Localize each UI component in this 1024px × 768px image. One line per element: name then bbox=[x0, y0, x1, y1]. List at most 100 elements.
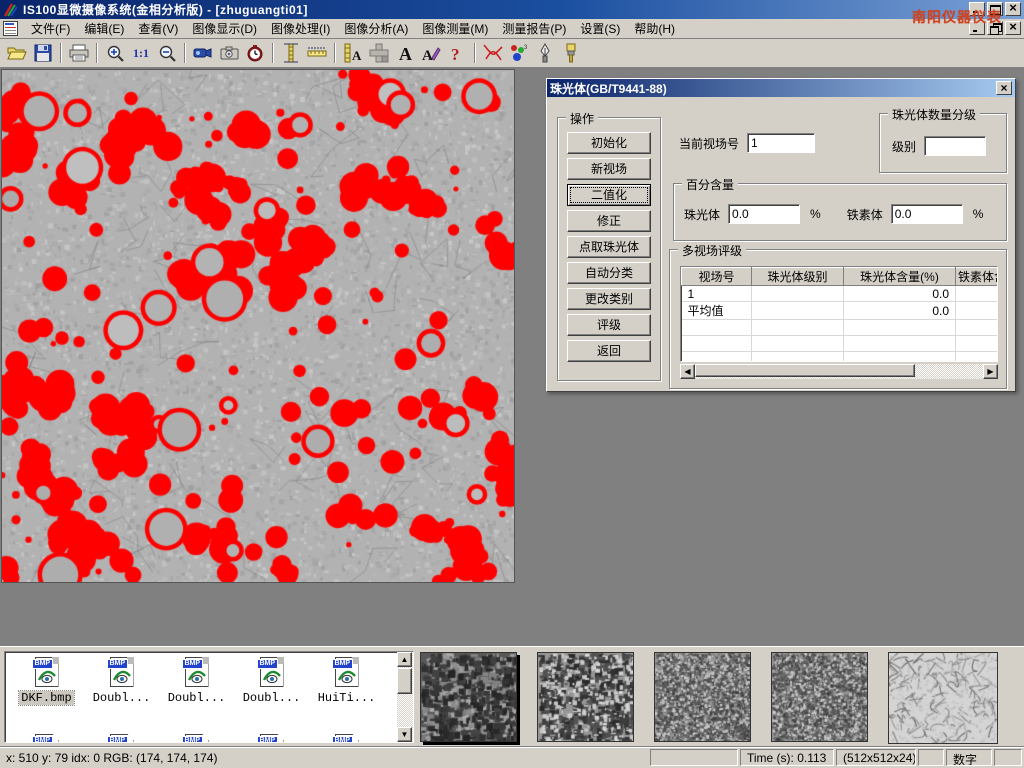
pick-pearlite-button[interactable]: 点取珠光体 bbox=[567, 236, 651, 258]
rate-button[interactable]: 评级 bbox=[567, 314, 651, 336]
help-button[interactable]: ? bbox=[444, 41, 470, 65]
print-button[interactable] bbox=[66, 41, 92, 65]
menu-file[interactable]: 文件(F) bbox=[24, 20, 77, 38]
menu-view[interactable]: 查看(V) bbox=[131, 20, 185, 38]
brush-tool-button[interactable] bbox=[558, 41, 584, 65]
arrow-left-icon: ◀ bbox=[684, 367, 690, 376]
text-icon: A bbox=[396, 44, 414, 62]
col-field-no[interactable]: 视场号 bbox=[682, 268, 752, 286]
file-vertical-scrollbar[interactable]: ▲ ▼ bbox=[397, 652, 413, 742]
actual-size-button[interactable]: 1:1 bbox=[128, 41, 154, 65]
measure-text-button[interactable]: A bbox=[340, 41, 366, 65]
operation-group-label: 操作 bbox=[566, 110, 598, 127]
file-item[interactable]: BMP Doubl... bbox=[234, 657, 309, 705]
scroll-left-button[interactable]: ◀ bbox=[680, 364, 695, 379]
bmp-badge: BMP bbox=[32, 659, 54, 669]
curve-tool-button[interactable] bbox=[480, 41, 506, 65]
menu-report[interactable]: 测量报告(P) bbox=[495, 20, 573, 38]
correct-button[interactable]: 修正 bbox=[567, 210, 651, 232]
snapshot-button[interactable] bbox=[216, 41, 242, 65]
close-button[interactable] bbox=[1005, 2, 1021, 16]
document-icon[interactable] bbox=[3, 21, 18, 36]
file-item[interactable]: BMP HuiTi... bbox=[309, 657, 384, 705]
pen-tool-button[interactable] bbox=[532, 41, 558, 65]
table-row[interactable]: 平均值 0.0 bbox=[682, 302, 999, 320]
file-name[interactable]: DKF.bmp bbox=[19, 691, 73, 705]
file-row: BMP DKF.bmp BMP Doubl... bbox=[9, 657, 384, 705]
col-ferrite-content[interactable]: 铁素体含量(%) bbox=[956, 268, 999, 286]
open-icon bbox=[7, 44, 27, 62]
timer-button[interactable] bbox=[242, 41, 268, 65]
caliper-measure-button[interactable] bbox=[278, 41, 304, 65]
bmp-badge: BMP bbox=[182, 659, 204, 669]
scrollbar-thumb[interactable] bbox=[695, 364, 915, 377]
save-button[interactable] bbox=[30, 41, 56, 65]
thumbnail-2[interactable] bbox=[537, 652, 634, 742]
classify-button[interactable]: 3 bbox=[506, 41, 532, 65]
menu-image-analysis[interactable]: 图像分析(A) bbox=[337, 20, 415, 38]
auto-classify-button[interactable]: 自动分类 bbox=[567, 262, 651, 284]
zoom-in-button[interactable] bbox=[102, 41, 128, 65]
brush-icon bbox=[564, 43, 578, 63]
scroll-right-button[interactable]: ▶ bbox=[983, 364, 998, 379]
status-bar: x: 510 y: 79 idx: 0 RGB: (174, 174, 174)… bbox=[0, 746, 1024, 768]
col-pearlite-grade[interactable]: 珠光体级别 bbox=[752, 268, 844, 286]
menu-image-measure[interactable]: 图像测量(M) bbox=[415, 20, 495, 38]
file-item[interactable]: BMP Doubl... bbox=[159, 657, 234, 705]
scroll-up-button[interactable]: ▲ bbox=[397, 652, 412, 667]
scroll-down-button[interactable]: ▼ bbox=[397, 727, 412, 742]
file-item[interactable]: BMP Doubl... bbox=[84, 657, 159, 705]
dialog-title-bar[interactable]: 珠光体(GB/T9441-88) × bbox=[547, 79, 1015, 97]
bmp-file-icon: BMP bbox=[257, 657, 287, 689]
annotate-icon: A bbox=[421, 44, 441, 62]
save-icon bbox=[34, 44, 52, 62]
file-browser[interactable]: BMP DKF.bmp BMP Doubl... bbox=[4, 651, 414, 743]
grade-group: 珠光体数量分级 级别 bbox=[879, 113, 1007, 173]
pearlite-percent-input[interactable] bbox=[728, 204, 800, 224]
ferrite-percent-input[interactable] bbox=[891, 204, 963, 224]
initialize-button[interactable]: 初始化 bbox=[567, 132, 651, 154]
file-row-clipped: BMP BMP BMP BMP BMP bbox=[9, 734, 384, 743]
metallograph-image[interactable] bbox=[2, 70, 514, 582]
video-capture-button[interactable] bbox=[190, 41, 216, 65]
dialog-close-button[interactable]: × bbox=[996, 81, 1012, 95]
current-field-input[interactable] bbox=[747, 133, 815, 153]
menu-image-process[interactable]: 图像处理(I) bbox=[264, 20, 337, 38]
file-name[interactable]: HuiTi... bbox=[316, 691, 378, 705]
curve-tool-icon bbox=[482, 43, 504, 63]
menu-settings[interactable]: 设置(S) bbox=[573, 20, 627, 38]
file-name[interactable]: Doubl... bbox=[91, 691, 153, 705]
video-camera-icon bbox=[193, 46, 213, 60]
menu-image-display[interactable]: 图像显示(D) bbox=[185, 20, 264, 38]
return-button[interactable]: 返回 bbox=[567, 340, 651, 362]
grade-input[interactable] bbox=[924, 136, 986, 156]
pen-icon bbox=[538, 43, 552, 63]
status-pane-empty bbox=[650, 749, 738, 766]
file-item[interactable]: BMP DKF.bmp bbox=[9, 657, 84, 705]
child-close-button[interactable] bbox=[1005, 21, 1021, 35]
text-tool-button[interactable]: A bbox=[392, 41, 418, 65]
scrollbar-thumb[interactable] bbox=[397, 668, 412, 694]
open-button[interactable] bbox=[4, 41, 30, 65]
scrollbar-track[interactable] bbox=[695, 364, 983, 379]
thumbnail-1[interactable] bbox=[420, 652, 517, 742]
table-horizontal-scrollbar[interactable]: ◀ ▶ bbox=[680, 364, 998, 379]
col-pearlite-content[interactable]: 珠光体含量(%) bbox=[844, 268, 956, 286]
menu-help[interactable]: 帮助(H) bbox=[627, 20, 682, 38]
annotate-button[interactable]: A bbox=[418, 41, 444, 65]
thumbnail-3[interactable] bbox=[654, 652, 751, 742]
zoom-out-button[interactable] bbox=[154, 41, 180, 65]
toolbar: 1:1 bbox=[0, 39, 1024, 68]
table-row[interactable]: 1 0.0 bbox=[682, 286, 999, 302]
ruler-button[interactable] bbox=[304, 41, 330, 65]
thumbnail-4[interactable] bbox=[771, 652, 868, 742]
rating-table[interactable]: 视场号 珠光体级别 珠光体含量(%) 铁素体含量(%) 1 0.0 bbox=[680, 266, 998, 362]
change-class-button[interactable]: 更改类别 bbox=[567, 288, 651, 310]
grid-tool-button[interactable] bbox=[366, 41, 392, 65]
file-name[interactable]: Doubl... bbox=[241, 691, 303, 705]
new-field-button[interactable]: 新视场 bbox=[567, 158, 651, 180]
menu-edit[interactable]: 编辑(E) bbox=[77, 20, 131, 38]
binarize-button[interactable]: 二值化 bbox=[567, 184, 651, 206]
thumbnail-5[interactable] bbox=[888, 652, 998, 744]
file-name[interactable]: Doubl... bbox=[166, 691, 228, 705]
